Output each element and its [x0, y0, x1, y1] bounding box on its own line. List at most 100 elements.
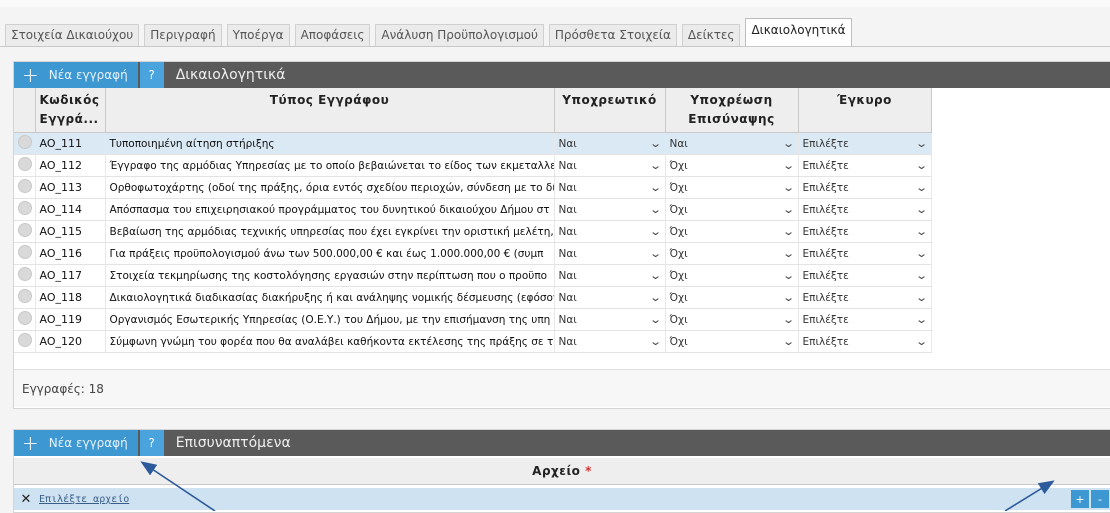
- valid-select[interactable]: Επιλέξτε ⌄: [798, 154, 932, 177]
- tab-bar: Στοιχεία Δικαιούχου Περιγραφή Υποέργα Αποφά…: [0, 0, 1110, 47]
- help-button[interactable]: ?: [139, 62, 164, 88]
- table-row[interactable]: AO_114 Απόσπασμα του επιχειρησιακού προγρ…: [14, 198, 932, 221]
- table-row[interactable]: AO_113 Ορθοφωτοχάρτης (οδοί της πράξης, ό…: [14, 176, 932, 199]
- table-row[interactable]: AO_111 Τυποποιημένη αίτηση στήριξης Ναι ⌄ Να…: [14, 132, 932, 155]
- tab-item[interactable]: Στοιχεία Δικαιούχου: [5, 24, 140, 46]
- mandatory-select[interactable]: Ναι ⌄: [554, 198, 666, 221]
- attach-select[interactable]: Όχι ⌄: [665, 286, 799, 309]
- tab-item[interactable]: Περιγραφή: [144, 24, 222, 46]
- attach-select[interactable]: Ναι ⌄: [665, 132, 799, 155]
- tab-item[interactable]: Δείκτες: [681, 24, 741, 46]
- remove-file-button[interactable]: -: [1091, 490, 1109, 508]
- required-mark: *: [585, 464, 592, 478]
- column-header-code[interactable]: Κωδικός Εγγρά...: [35, 88, 106, 133]
- column-header-file[interactable]: Αρχείο *: [14, 458, 1110, 485]
- valid-select[interactable]: Επιλέξτε ⌄: [798, 308, 932, 331]
- valid-select[interactable]: Επιλέξτε ⌄: [798, 132, 932, 155]
- mandatory-select[interactable]: Ναι ⌄: [554, 308, 666, 331]
- attach-select-value: Όχι: [669, 291, 688, 304]
- valid-select[interactable]: Επιλέξτε ⌄: [798, 220, 932, 243]
- column-header-mandatory[interactable]: Υποχρεωτικό: [554, 88, 666, 133]
- type-cell: Ορθοφωτοχάρτης (οδοί της πράξης, όρια εν…: [105, 176, 555, 199]
- row-select-radio[interactable]: [18, 135, 32, 149]
- valid-select[interactable]: Επιλέξτε ⌄: [798, 176, 932, 199]
- row-select-cell[interactable]: [14, 220, 36, 243]
- new-attachment-label: Νέα εγγραφή: [48, 436, 128, 450]
- row-select-radio[interactable]: [18, 289, 32, 303]
- attach-select[interactable]: Όχι ⌄: [665, 154, 799, 177]
- attach-select[interactable]: Όχι ⌄: [665, 198, 799, 221]
- valid-select[interactable]: Επιλέξτε ⌄: [798, 286, 932, 309]
- new-record-button[interactable]: + Νέα εγγραφή: [14, 62, 138, 88]
- help-button[interactable]: ?: [139, 430, 164, 456]
- table-row[interactable]: AO_115 Βεβαίωση της αρμόδιας τεχνικής υπη…: [14, 220, 932, 243]
- chevron-down-icon: ⌄: [915, 137, 929, 150]
- mandatory-select[interactable]: Ναι ⌄: [554, 176, 666, 199]
- add-file-button[interactable]: +: [1071, 490, 1089, 508]
- attach-select[interactable]: Όχι ⌄: [665, 330, 799, 353]
- mandatory-select[interactable]: Ναι ⌄: [554, 220, 666, 243]
- column-header-type[interactable]: Τύπος Εγγράφου: [105, 88, 555, 133]
- new-attachment-button[interactable]: + Νέα εγγραφή: [14, 430, 138, 456]
- close-icon[interactable]: ✕: [17, 492, 35, 507]
- table-row[interactable]: AO_117 Στοιχεία τεκμηρίωσης της κοστολόγη…: [14, 264, 932, 287]
- row-select-cell[interactable]: [14, 242, 36, 265]
- row-select-cell[interactable]: [14, 176, 36, 199]
- tab-item[interactable]: Δικαιολογητικά: [745, 18, 852, 46]
- row-select-radio[interactable]: [18, 245, 32, 259]
- mandatory-select[interactable]: Ναι ⌄: [554, 132, 666, 155]
- tab-item[interactable]: Αποφάσεις: [294, 24, 371, 46]
- row-select-radio[interactable]: [18, 223, 32, 237]
- valid-select[interactable]: Επιλέξτε ⌄: [798, 198, 932, 221]
- table-row[interactable]: AO_112 Έγγραφο της αρμόδιας Υπηρεσίας με …: [14, 154, 932, 177]
- row-select-cell[interactable]: [14, 154, 36, 177]
- attach-select[interactable]: Όχι ⌄: [665, 264, 799, 287]
- row-select-cell[interactable]: [14, 308, 36, 331]
- mandatory-select[interactable]: Ναι ⌄: [554, 242, 666, 265]
- valid-select-value: Επιλέξτε: [802, 137, 849, 150]
- new-record-label: Νέα εγγραφή: [48, 68, 128, 82]
- tab-item[interactable]: Πρόσθετα Στοιχεία: [548, 24, 677, 46]
- table-row[interactable]: AO_118 Δικαιολογητικά διαδικασίας διακήρυ…: [14, 286, 932, 309]
- tab-item[interactable]: Υποέργα: [226, 24, 290, 46]
- row-select-radio[interactable]: [18, 201, 32, 215]
- table-row[interactable]: AO_120 Σύμφωνη γνώμη του φορέα που θα ανα…: [14, 330, 932, 353]
- valid-select[interactable]: Επιλέξτε ⌄: [798, 330, 932, 353]
- table-row[interactable]: AO_116 Για πράξεις προϋπολογισμού άνω των…: [14, 242, 932, 265]
- chevron-down-icon: ⌄: [649, 335, 663, 348]
- row-select-cell[interactable]: [14, 132, 36, 155]
- row-select-radio[interactable]: [18, 157, 32, 171]
- row-select-cell[interactable]: [14, 286, 36, 309]
- row-select-radio[interactable]: [18, 311, 32, 325]
- table-row[interactable]: AO_119 Οργανισμός Εσωτερικής Υπηρεσίας (Ο…: [14, 308, 932, 331]
- mandatory-select[interactable]: Ναι ⌄: [554, 286, 666, 309]
- row-select-cell[interactable]: [14, 264, 36, 287]
- mandatory-select[interactable]: Ναι ⌄: [554, 264, 666, 287]
- mandatory-select-value: Ναι: [558, 203, 577, 216]
- panel-title: Δικαιολογητικά: [175, 67, 286, 83]
- attach-select[interactable]: Όχι ⌄: [665, 242, 799, 265]
- chevron-down-icon: ⌄: [649, 203, 663, 216]
- valid-select[interactable]: Επιλέξτε ⌄: [798, 264, 932, 287]
- row-select-radio[interactable]: [18, 333, 32, 347]
- plus-icon: +: [22, 431, 39, 455]
- row-select-radio[interactable]: [18, 267, 32, 281]
- row-select-cell[interactable]: [14, 330, 36, 353]
- mandatory-select-value: Ναι: [558, 335, 577, 348]
- attach-select[interactable]: Όχι ⌄: [665, 308, 799, 331]
- mandatory-select[interactable]: Ναι ⌄: [554, 330, 666, 353]
- valid-select[interactable]: Επιλέξτε ⌄: [798, 242, 932, 265]
- mandatory-select[interactable]: Ναι ⌄: [554, 154, 666, 177]
- row-select-radio[interactable]: [18, 179, 32, 193]
- row-select-cell[interactable]: [14, 198, 36, 221]
- type-cell: Έγγραφο της αρμόδιας Υπηρεσίας με το οπο…: [105, 154, 555, 177]
- column-header-valid[interactable]: Έγκυρο: [798, 88, 932, 133]
- type-cell: Δικαιολογητικά διαδικασίας διακήρυξης ή …: [105, 286, 555, 309]
- column-header-attach[interactable]: Υποχρέωση Επισύναψης: [665, 88, 799, 133]
- chevron-down-icon: ⌄: [915, 225, 929, 238]
- tab-item[interactable]: Ανάλυση Προϋπολογισμού: [375, 24, 544, 46]
- mandatory-select-value: Ναι: [558, 137, 577, 150]
- attach-select[interactable]: Όχι ⌄: [665, 220, 799, 243]
- choose-file-link[interactable]: Επιλέξτε αρχείο: [39, 494, 129, 505]
- attach-select[interactable]: Όχι ⌄: [665, 176, 799, 199]
